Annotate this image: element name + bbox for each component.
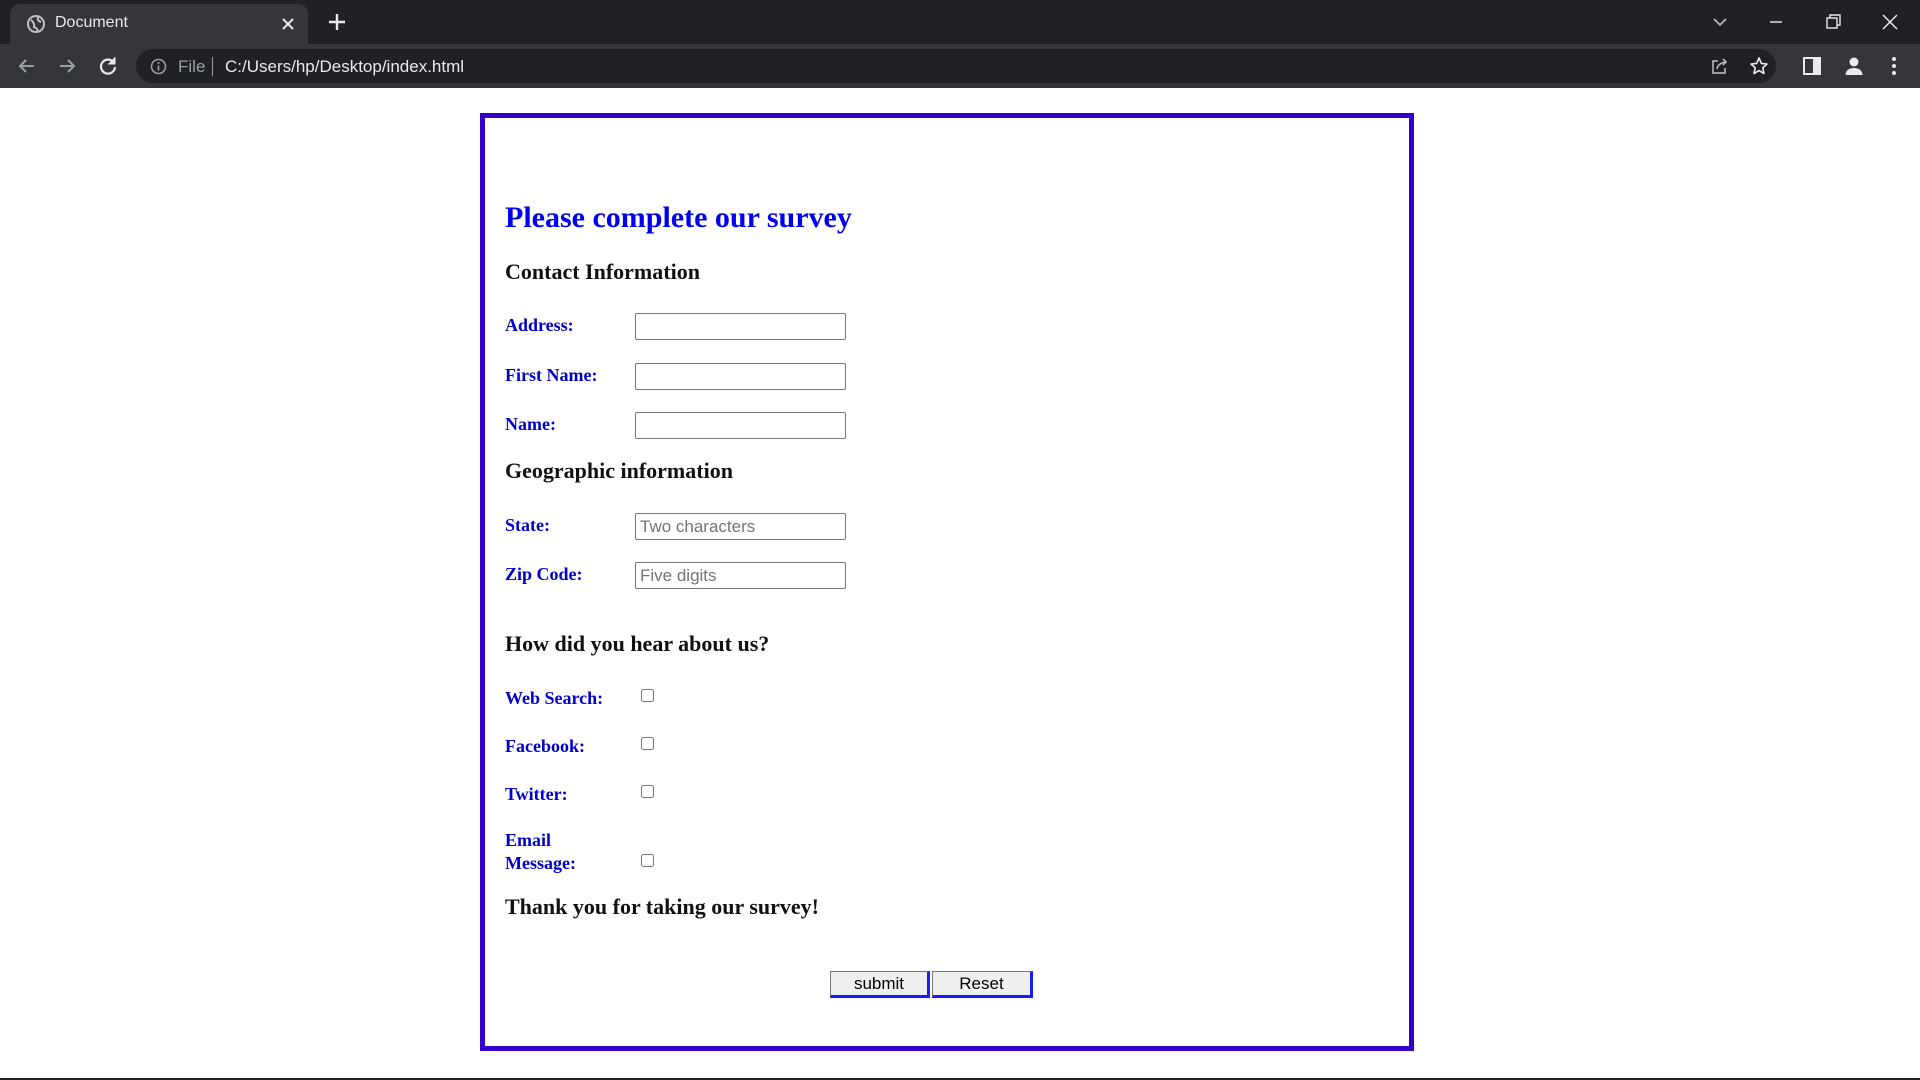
browser-chrome: Document File C:/Users/hp/Desktop/index.…	[0, 0, 1920, 88]
twitter-label: Twitter:	[505, 784, 568, 804]
forward-arrow-icon[interactable]	[55, 54, 79, 78]
web-search-label: Web Search:	[505, 688, 604, 708]
info-icon[interactable]	[150, 58, 167, 75]
zip-code-label: Zip Code:	[505, 564, 583, 584]
survey-form-container: Please complete our survey Contact Infor…	[480, 113, 1414, 1051]
globe-icon	[27, 15, 45, 33]
hear-about-heading: How did you hear about us?	[505, 631, 770, 656]
back-arrow-icon[interactable]	[15, 54, 39, 78]
minimize-icon[interactable]	[1762, 8, 1790, 36]
thank-you-message: Thank you for taking our survey!	[505, 894, 819, 919]
share-icon[interactable]	[1710, 57, 1729, 76]
reload-icon[interactable]	[96, 54, 120, 78]
first-name-label: First Name:	[505, 365, 598, 385]
facebook-checkbox[interactable]	[641, 737, 654, 750]
zip-code-input[interactable]	[635, 562, 846, 589]
address-input[interactable]	[635, 313, 846, 340]
close-tab-icon[interactable]	[280, 16, 296, 32]
restore-icon[interactable]	[1819, 8, 1847, 36]
email-message-label-line2: Message:	[505, 853, 576, 873]
geographic-heading: Geographic information	[505, 458, 733, 483]
web-search-checkbox[interactable]	[641, 689, 654, 702]
contact-heading: Contact Information	[505, 259, 700, 284]
browser-toolbar: File C:/Users/hp/Desktop/index.html	[0, 44, 1920, 88]
browser-tab[interactable]: Document	[10, 4, 308, 44]
name-input[interactable]	[635, 412, 846, 439]
twitter-checkbox[interactable]	[641, 785, 654, 798]
address-separator	[212, 57, 213, 76]
address-bar[interactable]: File C:/Users/hp/Desktop/index.html	[136, 49, 1776, 83]
state-input[interactable]	[635, 513, 846, 540]
submit-button[interactable]: submit	[830, 971, 930, 998]
tab-search-chevron-icon[interactable]	[1706, 8, 1734, 36]
profile-icon[interactable]	[1842, 54, 1866, 78]
name-label: Name:	[505, 414, 556, 434]
address-url[interactable]: C:/Users/hp/Desktop/index.html	[225, 57, 464, 77]
survey-title: Please complete our survey	[505, 201, 852, 234]
facebook-label: Facebook:	[505, 736, 585, 756]
tab-strip: Document	[0, 0, 1920, 44]
address-label: Address:	[505, 315, 574, 335]
first-name-input[interactable]	[635, 363, 846, 390]
close-window-icon[interactable]	[1876, 8, 1904, 36]
address-scheme: File	[178, 57, 206, 76]
reset-button[interactable]: Reset	[932, 971, 1033, 998]
state-label: State:	[505, 515, 550, 535]
email-message-label-line1: Email	[505, 830, 552, 850]
new-tab-icon[interactable]	[326, 11, 348, 33]
tab-title: Document	[55, 14, 128, 31]
side-panel-icon[interactable]	[1800, 54, 1824, 78]
bookmark-star-icon[interactable]	[1749, 56, 1769, 76]
menu-kebab-icon[interactable]	[1882, 54, 1906, 78]
email-message-checkbox[interactable]	[641, 854, 654, 867]
